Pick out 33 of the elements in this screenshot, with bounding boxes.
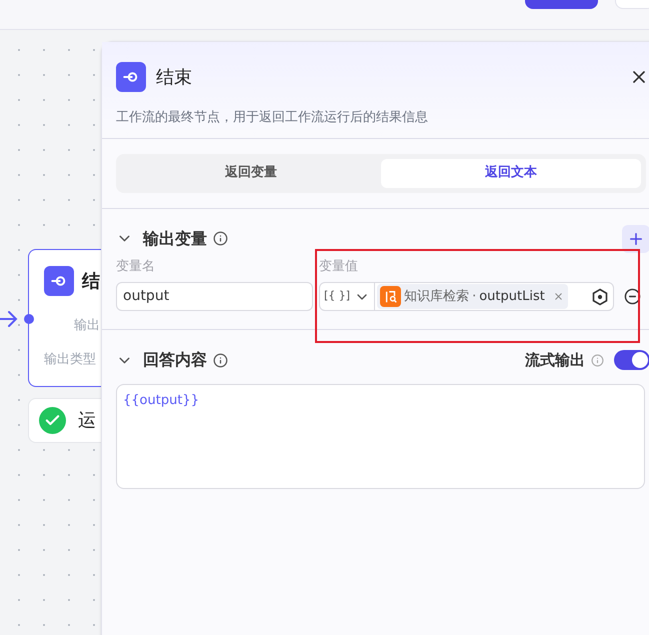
node-title: 结: [82, 270, 100, 294]
type-select[interactable]: [{ }]: [320, 283, 376, 310]
document-search-icon: [380, 286, 402, 307]
separator-dot: ·: [472, 288, 476, 306]
remove-icon[interactable]: [552, 291, 564, 302]
panel-title: 结束: [156, 66, 192, 90]
section-title: 回答内容: [143, 349, 207, 371]
end-node-icon: [44, 266, 74, 296]
remove-row-icon[interactable]: [624, 288, 641, 305]
column-header: 变量值: [319, 258, 358, 276]
info-icon: [213, 231, 228, 246]
panel-description: 工作流的最终节点，用于返回工作流运行后的结果信息: [116, 109, 429, 127]
stream-label: 流式输出: [525, 350, 585, 371]
variable-path: outputList: [479, 288, 545, 306]
variable-name-field[interactable]: output: [116, 282, 313, 311]
end-node-icon: [116, 62, 146, 92]
info-icon: [591, 354, 604, 366]
type-symbol: [{ }]: [324, 288, 350, 304]
source-node-label: 知识库检索: [404, 288, 470, 306]
stream-toggle[interactable]: [614, 350, 649, 370]
info-icon: [213, 352, 228, 368]
column-header: 变量名: [116, 258, 156, 276]
section-title: 输出变量: [143, 228, 207, 250]
node-row-label: 输出类型: [44, 350, 97, 368]
arrow-icon: [0, 309, 18, 329]
status-label: 运: [78, 409, 96, 433]
tab[interactable]: 返回变量: [121, 158, 381, 188]
node-card[interactable]: 结 输出 输出类型: [28, 249, 101, 387]
add-button[interactable]: [622, 224, 649, 252]
variable-value-field[interactable]: [{ }] 知识库检索 · outputList: [319, 282, 614, 311]
node-row-label: 输出: [74, 317, 101, 335]
tab[interactable]: 返回文本: [381, 158, 641, 188]
answer-field[interactable]: {{output}}: [116, 384, 645, 489]
